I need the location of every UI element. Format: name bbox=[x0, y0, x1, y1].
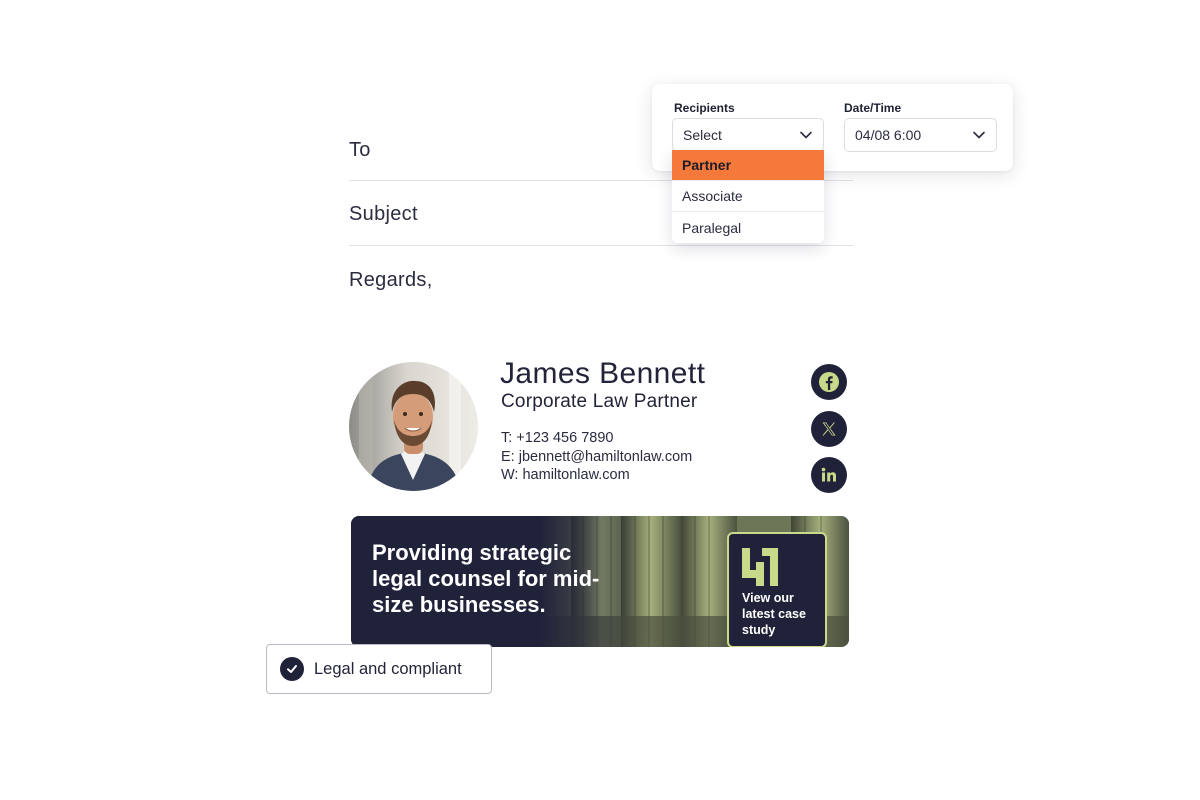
compliance-badge: Legal and compliant bbox=[266, 644, 492, 694]
signature-name: James Bennett bbox=[500, 357, 706, 390]
recipients-dropdown-menu: Partner Associate Paralegal bbox=[672, 150, 824, 243]
facebook-icon[interactable] bbox=[811, 364, 847, 400]
cta-label: View our latest case study bbox=[742, 591, 806, 637]
check-icon bbox=[280, 657, 304, 681]
datetime-select[interactable]: 04/08 6:00 bbox=[844, 118, 997, 152]
datetime-select-value: 04/08 6:00 bbox=[855, 127, 922, 143]
case-study-cta[interactable]: View our latest case study bbox=[727, 532, 827, 647]
dropdown-option-paralegal[interactable]: Paralegal bbox=[672, 212, 824, 243]
signature-phone: T: +123 456 7890 bbox=[501, 430, 614, 446]
closing-text: Regards, bbox=[349, 269, 433, 291]
chevron-down-icon bbox=[799, 128, 813, 142]
firm-logo-icon bbox=[742, 548, 778, 586]
avatar bbox=[349, 362, 478, 491]
dropdown-option-partner[interactable]: Partner bbox=[672, 150, 824, 181]
recipients-select-value: Select bbox=[683, 127, 722, 143]
chevron-down-icon bbox=[972, 128, 986, 142]
recipients-label: Recipients bbox=[674, 101, 735, 115]
promo-banner[interactable]: Providing strategic legal counsel for mi… bbox=[351, 516, 849, 647]
dropdown-option-associate[interactable]: Associate bbox=[672, 181, 824, 212]
linkedin-icon[interactable] bbox=[811, 457, 847, 493]
signature-email[interactable]: E: jbennett@hamiltonlaw.com bbox=[501, 449, 692, 465]
recipients-select[interactable]: Select bbox=[672, 118, 824, 152]
banner-headline: Providing strategic legal counsel for mi… bbox=[372, 540, 600, 617]
badge-label: Legal and compliant bbox=[314, 659, 462, 678]
email-signature-composer: To Subject Regards, Recipients Select Da… bbox=[0, 0, 1200, 800]
divider bbox=[349, 245, 853, 246]
signature-website[interactable]: W: hamiltonlaw.com bbox=[501, 467, 630, 483]
datetime-label: Date/Time bbox=[844, 101, 902, 115]
signature-title: Corporate Law Partner bbox=[501, 391, 698, 412]
x-icon[interactable] bbox=[811, 411, 847, 447]
